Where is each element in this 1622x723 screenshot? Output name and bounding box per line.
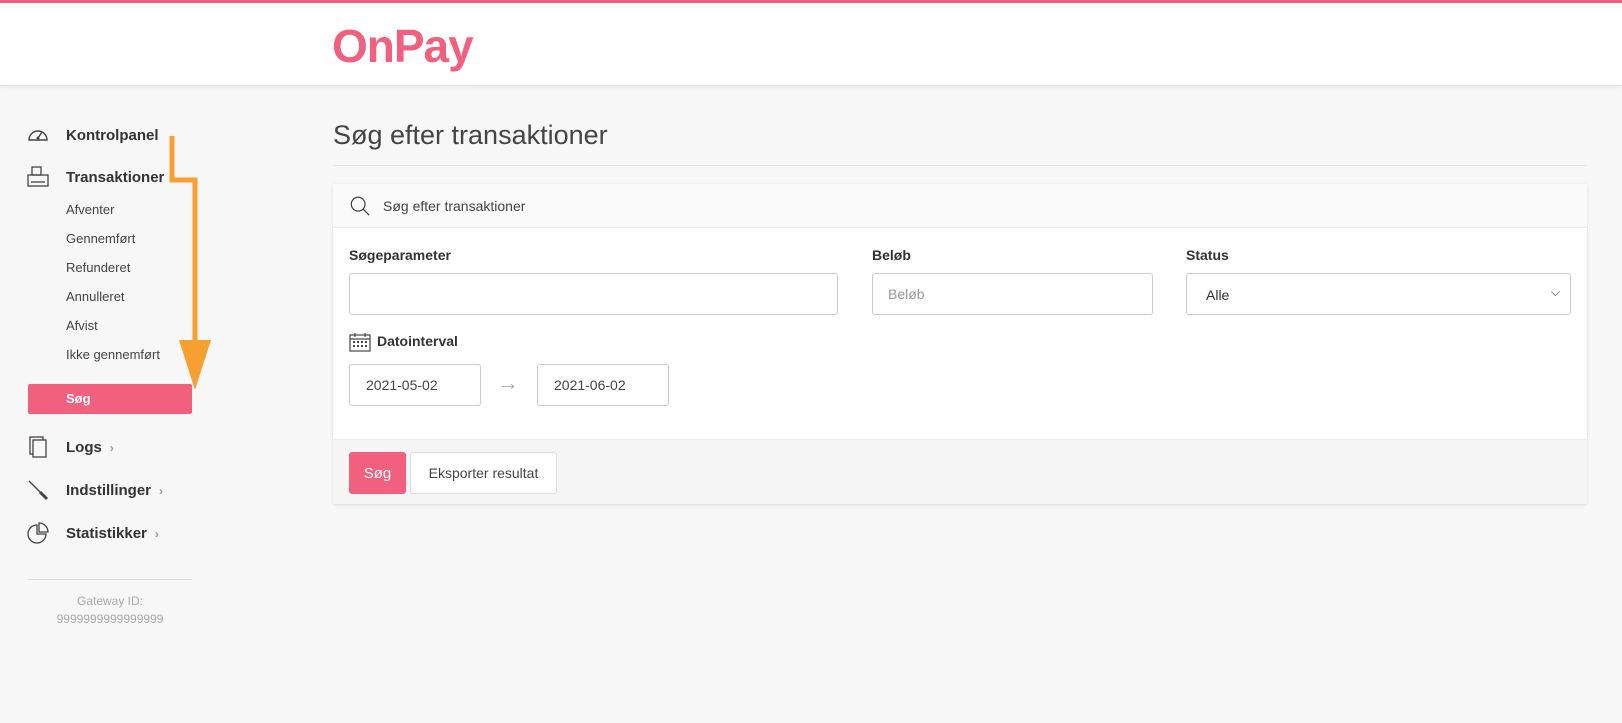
gateway-info: Gateway ID: 9999999999999999: [28, 592, 192, 628]
annotation-arrow: [169, 136, 211, 390]
export-results-button[interactable]: Eksporter resultat: [410, 452, 557, 494]
chevron-right-icon: ›: [159, 483, 164, 498]
status-label: Status: [1186, 247, 1229, 263]
sidebar-divider: [28, 579, 192, 580]
sidebar-item-label: Statistikker: [66, 524, 147, 542]
sidebar-item-logs[interactable]: Logs ›: [26, 432, 206, 462]
sidebar-item-statistikker[interactable]: Statistikker ›: [26, 518, 206, 548]
search-panel-footer: Søg Eksporter resultat: [333, 439, 1587, 504]
chevron-down-icon: ⌵: [1550, 285, 1560, 299]
gauge-icon: [28, 130, 48, 141]
search-panel-header: Søg efter transaktioner: [333, 184, 1587, 228]
date-interval-label: Datointerval: [377, 333, 458, 349]
status-select[interactable]: Alle ⌵: [1186, 273, 1571, 315]
screwdriver-icon: [28, 480, 49, 501]
chevron-right-icon: ›: [154, 526, 159, 541]
amount-label: Beløb: [872, 247, 911, 263]
sidebar-subitem-refunderet[interactable]: Refunderet: [66, 260, 130, 275]
sidebar-item-label: Kontrolpanel: [66, 126, 159, 144]
status-selected-value: Alle: [1206, 287, 1230, 303]
sidebar-item-label: Transaktioner: [66, 168, 165, 186]
search-param-label: Søgeparameter: [349, 247, 451, 263]
sidebar-item-label: Logs: [66, 438, 102, 456]
date-to-input[interactable]: 2021-06-02: [537, 364, 669, 406]
search-icon: [350, 196, 370, 216]
calendar-icon: [349, 333, 371, 352]
sidebar-subitem-afvist[interactable]: Afvist: [66, 318, 98, 333]
sidebar-subitem-annulleret[interactable]: Annulleret: [66, 289, 125, 304]
documents-icon: [29, 436, 47, 458]
title-divider: [333, 165, 1587, 166]
arrow-right-icon: →: [497, 370, 519, 395]
top-header: OnPay: [0, 0, 1622, 86]
chevron-right-icon: ›: [109, 440, 114, 455]
amount-input[interactable]: [872, 273, 1153, 315]
search-panel: Søg efter transaktioner Søgeparameter Be…: [333, 184, 1587, 504]
sidebar-item-label: Indstillinger: [66, 481, 152, 499]
onpay-logo[interactable]: OnPay: [332, 23, 474, 69]
date-from-input[interactable]: 2021-05-02: [349, 364, 481, 406]
search-panel-title: Søg efter transaktioner: [383, 198, 526, 214]
search-button[interactable]: Søg: [349, 452, 406, 494]
sidebar-subitem-afventer[interactable]: Afventer: [66, 202, 114, 217]
sidebar-item-indstillinger[interactable]: Indstillinger ›: [26, 475, 206, 505]
gateway-id: 9999999999999999: [56, 612, 164, 626]
sidebar-subitem-ikke-gennemfoert[interactable]: Ikke gennemført: [66, 347, 160, 362]
search-param-input[interactable]: [349, 273, 838, 315]
sidebar-subitem-gennemfoert[interactable]: Gennemført: [66, 231, 135, 246]
gateway-label: Gateway ID:: [76, 594, 144, 608]
page-title: Søg efter transaktioner: [333, 120, 608, 150]
pie-chart-icon: [27, 522, 49, 544]
printer-icon: [27, 166, 49, 187]
